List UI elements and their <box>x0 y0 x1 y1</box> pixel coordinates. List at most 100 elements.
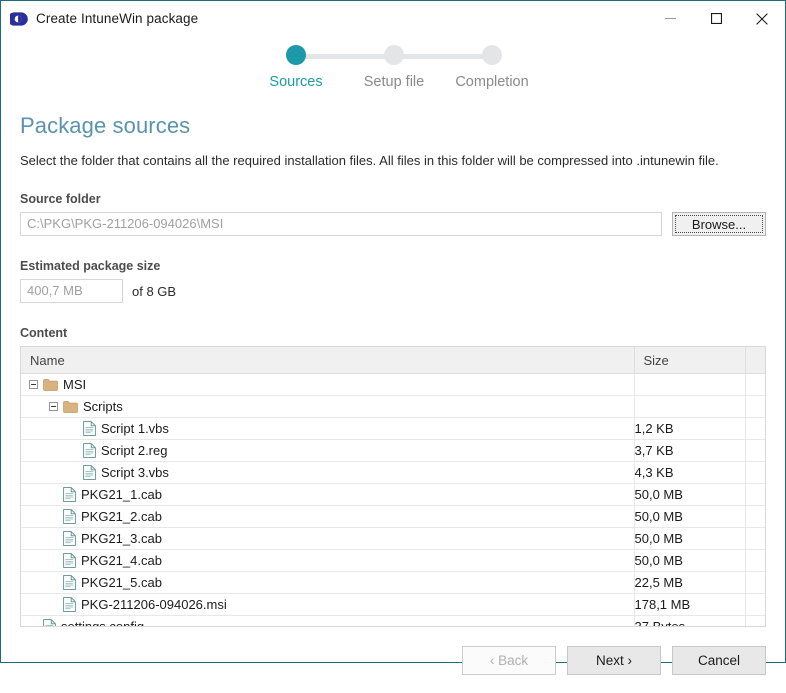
tree-node-label: PKG21_4.cab <box>81 553 162 568</box>
minimize-button[interactable] <box>647 1 693 36</box>
folder-icon-wrapper <box>43 378 63 391</box>
table-row[interactable]: PKG21_1.cab 50,0 MB <box>21 483 765 506</box>
browse-button[interactable]: Browse... <box>672 212 766 236</box>
file-icon-wrapper <box>63 531 81 546</box>
stepper-label-completion: Completion <box>455 74 529 90</box>
cell-size: 50,0 MB <box>634 505 746 528</box>
tree-collapse-toggle[interactable] <box>49 402 58 411</box>
cell-spacer <box>745 505 765 528</box>
file-icon <box>63 575 76 590</box>
tree-node: PKG21_4.cab <box>21 550 633 571</box>
tree-node-label: settings.config <box>61 619 145 627</box>
stepper-connector-0 <box>296 54 394 59</box>
file-icon-wrapper <box>43 619 61 626</box>
cell-size: 4,3 KB <box>634 461 746 484</box>
stepper-dot-completion <box>482 45 502 65</box>
cell-name: PKG21_5.cab <box>21 571 635 594</box>
cell-size <box>634 395 746 418</box>
maximize-icon <box>710 13 722 24</box>
cell-size: 50,0 MB <box>634 483 746 506</box>
cell-spacer <box>745 439 765 462</box>
table-row[interactable]: PKG-211206-094026.msi 178,1 MB <box>21 593 765 616</box>
table-row[interactable]: PKG21_3.cab 50,0 MB <box>21 527 765 550</box>
cell-spacer <box>745 549 765 572</box>
tree-node-label: Script 3.vbs <box>101 465 169 480</box>
table-row[interactable]: PKG21_2.cab 50,0 MB <box>21 505 765 528</box>
tree-node: PKG21_1.cab <box>21 484 633 505</box>
file-icon-wrapper <box>63 553 81 568</box>
table-row[interactable]: settings.config 37 Bytes <box>21 615 765 627</box>
package-size-limit: of 8 GB <box>132 283 177 299</box>
table-header-row: Name Size <box>21 347 765 374</box>
content-label: Content <box>20 326 68 340</box>
tree-node-label: Script 1.vbs <box>101 421 169 436</box>
cell-name: PKG21_1.cab <box>21 483 635 506</box>
close-button[interactable] <box>739 1 785 36</box>
table-row[interactable]: Script 1.vbs 1,2 KB <box>21 417 765 440</box>
file-icon <box>63 487 76 502</box>
cell-size: 37 Bytes <box>634 615 746 626</box>
file-icon <box>63 531 76 546</box>
cell-spacer <box>745 417 765 440</box>
tree-node-label: MSI <box>63 377 87 392</box>
file-icon <box>43 619 56 626</box>
table-row[interactable]: PKG21_4.cab 50,0 MB <box>21 549 765 572</box>
table-row[interactable]: PKG21_5.cab 22,5 MB <box>21 571 765 594</box>
file-icon <box>83 465 96 480</box>
cell-spacer <box>745 593 765 616</box>
title-bar: Create IntuneWin package <box>1 1 785 37</box>
cell-name: PKG21_4.cab <box>21 549 635 572</box>
cancel-button[interactable]: Cancel <box>672 645 766 675</box>
cell-size: 3,7 KB <box>634 439 746 462</box>
cell-name: MSI <box>21 373 635 396</box>
package-size-input <box>20 279 123 303</box>
cell-name: PKG21_3.cab <box>21 527 635 550</box>
maximize-button[interactable] <box>693 1 739 36</box>
cell-spacer <box>745 461 765 484</box>
cell-name: settings.config <box>21 615 635 627</box>
tree-node-label: Scripts <box>83 399 123 414</box>
create-intunewin-package-window: Create IntuneWin package Sources Setup fi… <box>0 0 786 675</box>
tree-node-label: PKG21_3.cab <box>81 531 162 546</box>
tree-collapse-toggle[interactable] <box>29 380 38 389</box>
wizard-footer: ‹ Back Next › Cancel <box>1 627 785 693</box>
table-row[interactable]: Scripts <box>21 395 765 418</box>
tree-node-label: PKG21_5.cab <box>81 575 162 590</box>
window-controls <box>647 1 785 36</box>
table-row[interactable]: MSI <box>21 373 765 396</box>
content-tree-table[interactable]: Name Size MSI Scripts Script 1.vbs 1,2 KB Sc… <box>20 346 766 627</box>
file-icon-wrapper <box>63 487 81 502</box>
table-row[interactable]: Script 2.reg 3,7 KB <box>21 439 765 462</box>
cell-name: Script 1.vbs <box>21 417 635 440</box>
cell-size: 178,1 MB <box>634 593 746 616</box>
stepper-dot-sources <box>286 45 306 65</box>
cell-name: Script 3.vbs <box>21 461 635 484</box>
back-button[interactable]: ‹ Back <box>462 645 556 675</box>
cell-name: PKG-211206-094026.msi <box>21 593 635 616</box>
package-size-label: Estimated package size <box>20 259 161 273</box>
intune-logo-icon <box>10 11 28 26</box>
stepper-connector-1 <box>394 54 492 59</box>
tree-node: PKG-211206-094026.msi <box>21 594 633 615</box>
tree-node-label: PKG21_2.cab <box>81 509 162 524</box>
table-body: MSI Scripts Script 1.vbs 1,2 KB Script 2.reg… <box>21 373 765 627</box>
tree-node: Scripts <box>21 396 633 417</box>
table-row[interactable]: Script 3.vbs 4,3 KB <box>21 461 765 484</box>
cell-size: 50,0 MB <box>634 527 746 550</box>
wizard-stepper: Sources Setup file Completion <box>1 40 785 112</box>
folder-icon <box>43 378 58 391</box>
file-icon-wrapper <box>63 509 81 524</box>
column-header-size[interactable]: Size <box>634 347 746 374</box>
source-folder-input[interactable] <box>20 212 662 236</box>
file-icon <box>83 421 96 436</box>
folder-icon-wrapper <box>63 400 83 413</box>
column-header-name[interactable]: Name <box>21 347 635 374</box>
cell-spacer <box>745 373 765 396</box>
cell-name: Scripts <box>21 395 635 418</box>
window-title: Create IntuneWin package <box>36 11 199 26</box>
cell-spacer <box>745 483 765 506</box>
file-icon-wrapper <box>83 443 101 458</box>
file-icon <box>63 509 76 524</box>
next-button[interactable]: Next › <box>567 645 661 675</box>
stepper-track: Sources Setup file Completion <box>1 40 785 90</box>
